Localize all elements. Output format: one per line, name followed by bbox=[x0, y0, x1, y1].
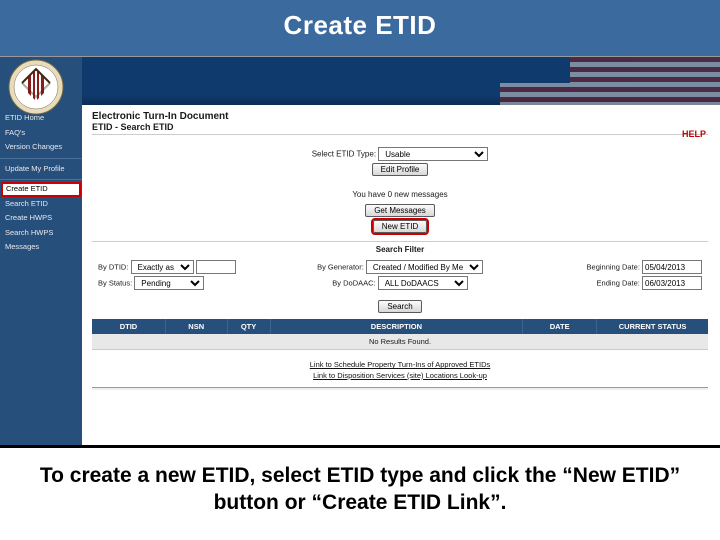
page-subtitle: ETID - Search ETID bbox=[92, 122, 708, 135]
messages-status: You have 0 new messages bbox=[92, 189, 708, 202]
new-etid-button[interactable]: New ETID bbox=[373, 220, 427, 233]
sidebar-item-version-changes[interactable]: Version Changes bbox=[0, 140, 82, 155]
col-dtid: DTID bbox=[92, 319, 166, 334]
end-date-label: Ending Date: bbox=[597, 279, 640, 288]
by-status-select[interactable]: Pending bbox=[134, 276, 204, 290]
by-dtid-mode-select[interactable]: Exactly as bbox=[131, 260, 194, 274]
end-date-input[interactable] bbox=[642, 276, 702, 290]
sidebar-item-create-etid[interactable]: Create ETID bbox=[2, 183, 80, 196]
slide-caption: To create a new ETID, select ETID type a… bbox=[0, 445, 720, 540]
sidebar-item-update-profile[interactable]: Update My Profile bbox=[0, 162, 82, 177]
col-qty: QTY bbox=[228, 319, 271, 334]
no-results-row: No Results Found. bbox=[92, 334, 708, 350]
sidebar: ETID Home FAQ's Version Changes Update M… bbox=[0, 57, 82, 445]
by-generator-select[interactable]: Created / Modified By Me bbox=[366, 260, 483, 274]
select-etid-type-label: Select ETID Type: bbox=[312, 150, 376, 159]
by-generator-label: By Generator: bbox=[317, 263, 364, 272]
agency-seal-icon bbox=[8, 59, 64, 115]
slide-title: Create ETID bbox=[0, 0, 720, 56]
help-link[interactable]: HELP bbox=[682, 129, 706, 139]
by-dtid-label: By DTID: bbox=[98, 263, 128, 272]
col-description: DESCRIPTION bbox=[271, 319, 524, 334]
link-locations-lookup[interactable]: Link to Disposition Services (site) Loca… bbox=[92, 371, 708, 382]
by-status-label: By Status: bbox=[98, 279, 132, 288]
divider bbox=[0, 179, 82, 180]
page-title: Electronic Turn-In Document bbox=[92, 111, 708, 122]
by-dodaac-label: By DoDAAC: bbox=[332, 279, 375, 288]
search-filter-grid: By DTID: Exactly as By Status: Pending B… bbox=[92, 254, 708, 294]
sidebar-item-faqs[interactable]: FAQ's bbox=[0, 126, 82, 141]
select-etid-type[interactable]: Usable bbox=[378, 147, 488, 161]
sidebar-item-create-hwps[interactable]: Create HWPS bbox=[0, 211, 82, 226]
sidebar-item-search-etid[interactable]: Search ETID bbox=[0, 197, 82, 212]
divider bbox=[0, 158, 82, 159]
col-nsn: NSN bbox=[166, 319, 228, 334]
results-header-row: DTID NSN QTY DESCRIPTION DATE CURRENT ST… bbox=[92, 319, 708, 334]
edit-profile-button[interactable]: Edit Profile bbox=[372, 163, 429, 176]
app-screenshot: Disposition Services Home About Us Publi… bbox=[0, 56, 720, 445]
by-dodaac-select[interactable]: ALL DoDAACS bbox=[378, 276, 468, 290]
by-dtid-input[interactable] bbox=[196, 260, 236, 274]
col-current-status: CURRENT STATUS bbox=[597, 319, 708, 334]
col-date: DATE bbox=[523, 319, 597, 334]
begin-date-label: Beginning Date: bbox=[587, 263, 640, 272]
get-messages-button[interactable]: Get Messages bbox=[365, 204, 435, 217]
link-schedule-turnins[interactable]: Link to Schedule Property Turn-Ins of Ap… bbox=[92, 360, 708, 371]
sidebar-item-search-hwps[interactable]: Search HWPS bbox=[0, 226, 82, 241]
sidebar-item-messages[interactable]: Messages bbox=[0, 240, 82, 255]
search-button[interactable]: Search bbox=[378, 300, 421, 313]
main-panel: HELP Electronic Turn-In Document ETID - … bbox=[82, 57, 720, 445]
search-filter-heading: Search Filter bbox=[92, 241, 708, 254]
footer-divider bbox=[92, 387, 708, 390]
begin-date-input[interactable] bbox=[642, 260, 702, 274]
